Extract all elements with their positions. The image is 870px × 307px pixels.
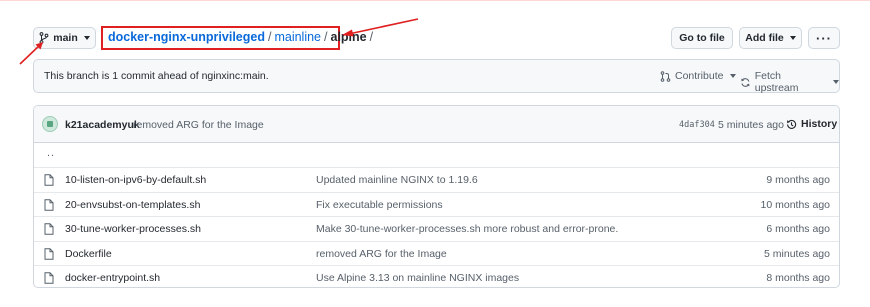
file-commit-message-link[interactable]: removed ARG for the Image [316, 248, 447, 260]
commit-time: 5 minutes ago [718, 119, 784, 131]
top-edge-line [0, 0, 870, 3]
more-options-button[interactable]: ··· [808, 27, 840, 49]
chevron-down-icon [789, 36, 796, 40]
file-commit-message-link[interactable]: Use Alpine 3.13 on mainline NGINX images [316, 272, 519, 284]
file-name-link[interactable]: Dockerfile [65, 248, 112, 260]
pull-request-icon [660, 70, 671, 82]
go-to-file-button[interactable]: Go to file [671, 27, 733, 49]
breadcrumb-current: alpine [330, 30, 367, 44]
file-age: 6 months ago [766, 223, 830, 236]
chevron-down-icon [833, 80, 839, 84]
add-file-button[interactable]: Add file [739, 27, 802, 49]
kebab-icon: ··· [816, 30, 832, 46]
avatar[interactable] [42, 116, 58, 132]
breadcrumb: docker-nginx-unprivileged / mainline / a… [108, 30, 373, 44]
file-name-link[interactable]: 10-listen-on-ipv6-by-default.sh [65, 174, 206, 186]
fetch-upstream-button[interactable]: Fetch upstream [740, 70, 839, 94]
branch-name: main [53, 32, 78, 44]
table-row[interactable]: docker-entrypoint.sh Use Alpine 3.13 on … [34, 264, 839, 287]
parent-directory-row[interactable]: .. [34, 143, 839, 167]
file-name-link[interactable]: 30-tune-worker-processes.sh [65, 223, 201, 235]
file-age: 8 months ago [766, 271, 830, 284]
file-list: .. 10-listen-on-ipv6-by-default.sh Updat… [34, 143, 839, 287]
breadcrumb-separator: / [369, 30, 374, 44]
branch-select-button[interactable]: main [33, 27, 96, 49]
breadcrumb-folder-link[interactable]: mainline [274, 30, 321, 44]
table-row[interactable]: 20-envsubst-on-templates.sh Fix executab… [34, 191, 839, 216]
commit-hash-link[interactable]: 4daf304 [679, 120, 715, 130]
branch-ahead-banner: This branch is 1 commit ahead of nginxin… [33, 59, 840, 94]
sync-icon [741, 77, 750, 87]
add-file-label: Add file [745, 32, 784, 44]
latest-commit-bar: k21academyuk removed ARG for the Image 4… [34, 106, 839, 143]
breadcrumb-separator: / [324, 30, 328, 44]
history-clock-icon [787, 119, 797, 129]
commit-author-link[interactable]: k21academyuk [65, 119, 140, 131]
fetch-upstream-label: Fetch upstream [754, 70, 799, 94]
file-icon [44, 174, 54, 187]
file-age: 9 months ago [766, 174, 830, 187]
parent-directory-link[interactable]: .. [47, 147, 55, 159]
file-commit-message-link[interactable]: Updated mainline NGINX to 1.19.6 [316, 174, 478, 186]
file-icon [44, 199, 54, 211]
breadcrumb-repo-link[interactable]: docker-nginx-unprivileged [108, 30, 265, 44]
file-age: 5 minutes ago [764, 247, 830, 260]
contribute-button[interactable]: Contribute [660, 70, 737, 82]
commit-message-link[interactable]: removed ARG for the Image [133, 119, 264, 131]
file-name-link[interactable]: docker-entrypoint.sh [65, 272, 160, 284]
contribute-label: Contribute [675, 70, 724, 82]
breadcrumb-separator: / [267, 30, 272, 44]
file-name-link[interactable]: 20-envsubst-on-templates.sh [65, 199, 200, 211]
file-icon [44, 223, 54, 235]
table-row[interactable]: Dockerfile removed ARG for the Image 5 m… [34, 240, 839, 265]
table-row[interactable]: 30-tune-worker-processes.sh Make 30-tune… [34, 216, 839, 240]
file-age: 10 months ago [760, 198, 830, 211]
file-commit-message-link[interactable]: Fix executable permissions [316, 199, 443, 211]
file-browser: k21academyuk removed ARG for the Image 4… [33, 105, 840, 288]
file-icon [44, 272, 54, 284]
file-commit-message-link[interactable]: Make 30-tune-worker-processes.sh more ro… [316, 223, 618, 235]
table-row[interactable]: 10-listen-on-ipv6-by-default.sh Updated … [34, 167, 839, 191]
chevron-down-icon [730, 74, 737, 78]
git-branch-icon [39, 32, 49, 44]
go-to-file-label: Go to file [679, 32, 725, 44]
file-icon [44, 247, 54, 260]
chevron-down-icon [83, 36, 90, 40]
branch-ahead-text: This branch is 1 commit ahead of nginxin… [44, 70, 269, 82]
history-label: History [801, 118, 838, 130]
history-button[interactable]: History [786, 118, 837, 130]
